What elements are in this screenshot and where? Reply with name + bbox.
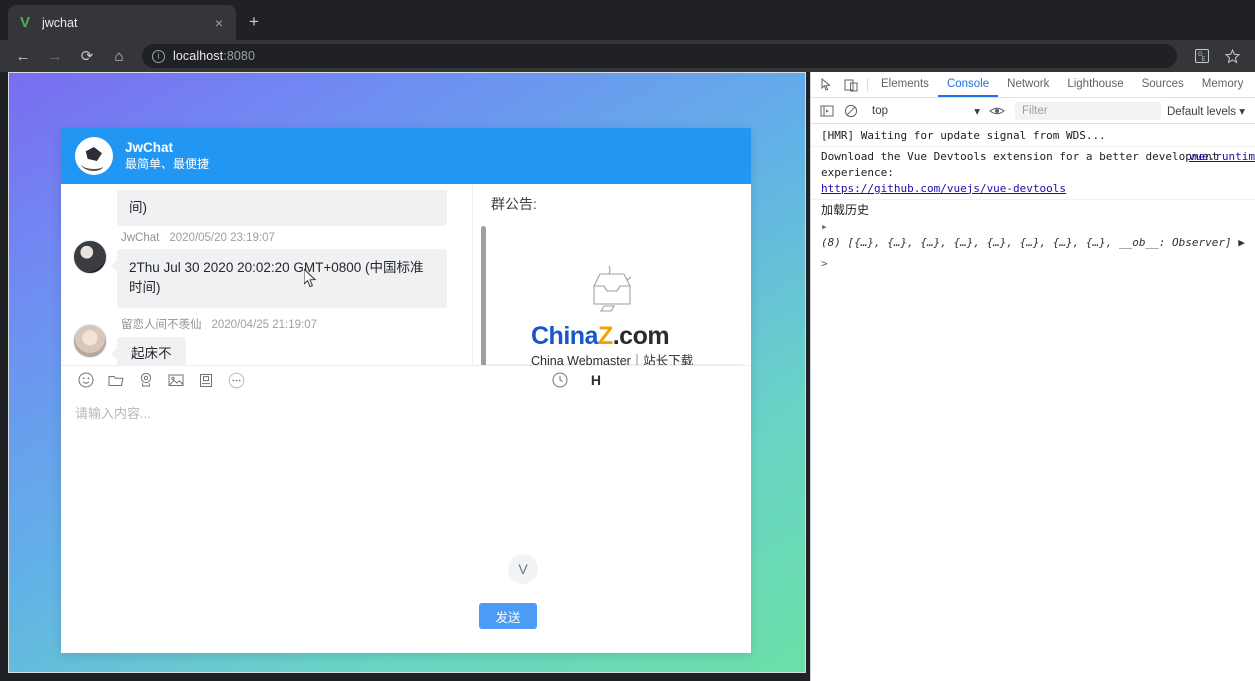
composer-toolbar-right: H bbox=[547, 369, 601, 391]
page-subtitle: 最简单、最便捷 bbox=[125, 156, 210, 171]
new-tab-button[interactable]: + bbox=[243, 12, 265, 34]
empty-inbox-icon bbox=[582, 264, 642, 314]
chevron-down-icon: ▾ bbox=[974, 105, 980, 118]
send-button[interactable]: 发送 bbox=[479, 603, 537, 629]
file-card-icon[interactable] bbox=[193, 369, 219, 391]
console-context-select[interactable]: top ▾ bbox=[867, 102, 985, 120]
more-dots-icon[interactable] bbox=[223, 369, 249, 391]
chat-window: JwChat 最简单、最便捷 间) JwChat 2020/05/20 23:19… bbox=[61, 128, 751, 653]
console-row: Download the Vue Devtools extension for … bbox=[811, 147, 1255, 200]
clock-icon[interactable] bbox=[547, 369, 573, 391]
eye-icon[interactable] bbox=[985, 100, 1009, 122]
send-area: 发送 bbox=[61, 591, 751, 653]
browser-window: V jwchat × + ← → ⟳ ⌂ i localhost:8080 GE bbox=[0, 0, 1255, 681]
browser-tab-jwchat[interactable]: V jwchat × bbox=[8, 5, 236, 40]
console-object: (8) [{…}, {…}, {…}, {…}, {…}, {…}, {…}, … bbox=[821, 236, 1247, 250]
vue-logo-icon: V bbox=[19, 14, 30, 31]
group-announcement-title: 群公告: bbox=[491, 196, 537, 212]
message-list[interactable]: 间) JwChat 2020/05/20 23:19:07 2Thu Jul 30… bbox=[61, 184, 472, 365]
tab-title: jwchat bbox=[42, 15, 78, 30]
message-sender: JwChat bbox=[121, 232, 160, 244]
url-text: localhost:8080 bbox=[173, 49, 256, 63]
devtools-tabbar: Elements Console Network Lighthouse Sour… bbox=[811, 72, 1255, 98]
reload-icon[interactable]: ⟳ bbox=[74, 43, 100, 69]
console-row: [HMR] Waiting for update signal from WDS… bbox=[811, 126, 1255, 147]
address-bar[interactable]: i localhost:8080 bbox=[142, 44, 1177, 68]
home-icon[interactable]: ⌂ bbox=[106, 43, 132, 69]
message-meta: 留恋人间不羡仙 2020/04/25 21:19:07 bbox=[117, 312, 460, 337]
back-icon[interactable]: ← bbox=[10, 43, 36, 69]
forward-icon[interactable]: → bbox=[42, 43, 68, 69]
divider bbox=[867, 77, 868, 92]
expand-arrow-icon[interactable]: ▸ bbox=[821, 220, 828, 233]
message-list-column: 间) JwChat 2020/05/20 23:19:07 2Thu Jul 30… bbox=[61, 184, 473, 365]
mouse-cursor bbox=[303, 267, 317, 288]
message-item: JwChat 2020/05/20 23:19:07 2Thu Jul 30 20… bbox=[61, 228, 472, 308]
tab-sources[interactable]: Sources bbox=[1133, 72, 1193, 97]
translate-icon[interactable]: GE bbox=[1189, 43, 1215, 69]
message-partial-top: 间) bbox=[117, 190, 447, 226]
message-bubble: 2Thu Jul 30 2020 20:02:20 GMT+0800 (中国标准… bbox=[111, 249, 447, 308]
smile-icon[interactable] bbox=[73, 369, 99, 391]
chat-header: JwChat 最简单、最便捷 bbox=[61, 128, 751, 184]
avatar[interactable] bbox=[73, 240, 107, 274]
message-bubble: 起床不 bbox=[111, 336, 186, 365]
empty-state bbox=[473, 214, 751, 364]
voice-v-button[interactable]: V bbox=[508, 554, 538, 584]
message-item: 留恋人间不羡仙 2020/04/25 21:19:07 起床不 bbox=[61, 312, 472, 365]
bookmark-star-icon[interactable] bbox=[1219, 43, 1245, 69]
svg-text:E: E bbox=[1202, 57, 1206, 63]
app-logo-avatar bbox=[75, 137, 113, 175]
console-source-link[interactable]: vue.runtim bbox=[1189, 149, 1255, 165]
page-viewport: JwChat 最简单、最便捷 间) JwChat 2020/05/20 23:19… bbox=[8, 72, 806, 673]
execute-sidebar-icon[interactable] bbox=[815, 100, 839, 122]
site-info-icon[interactable]: i bbox=[152, 49, 165, 63]
inspect-icon[interactable] bbox=[815, 74, 839, 96]
image-icon[interactable] bbox=[163, 369, 189, 391]
avatar[interactable] bbox=[73, 323, 107, 358]
toolbar-right: GE bbox=[1185, 43, 1245, 69]
console-object-row[interactable]: ▸ (8) [{…}, {…}, {…}, {…}, {…}, {…}, {…},… bbox=[821, 219, 1247, 251]
devtools-panel: Elements Console Network Lighthouse Sour… bbox=[810, 72, 1255, 681]
console-output[interactable]: [HMR] Waiting for update signal from WDS… bbox=[811, 124, 1255, 681]
tab-elements[interactable]: Elements bbox=[872, 72, 938, 97]
tab-strip: V jwchat × + bbox=[0, 0, 1255, 40]
tab-lighthouse[interactable]: Lighthouse bbox=[1058, 72, 1132, 97]
device-toolbar-icon[interactable] bbox=[839, 74, 863, 96]
tab-console[interactable]: Console bbox=[937, 72, 999, 97]
page-title: JwChat bbox=[125, 140, 174, 156]
message-sender: 留恋人间不羡仙 bbox=[121, 318, 202, 331]
console-message: 加载历史 bbox=[821, 202, 870, 217]
message-time: 2020/05/20 23:19:07 bbox=[169, 232, 275, 244]
camera-icon[interactable] bbox=[133, 369, 159, 391]
vue-devtools-link[interactable]: https://github.com/vuejs/vue-devtools bbox=[821, 182, 1066, 195]
browser-toolbar: ← → ⟳ ⌂ i localhost:8080 GE bbox=[0, 40, 1255, 72]
console-prompt[interactable]: > bbox=[811, 253, 1255, 272]
chat-body: 间) JwChat 2020/05/20 23:19:07 2Thu Jul 30… bbox=[61, 184, 751, 365]
tab-network[interactable]: Network bbox=[998, 72, 1058, 97]
console-message: Download the Vue Devtools extension for … bbox=[821, 149, 1219, 179]
context-value: top bbox=[872, 104, 888, 117]
console-filter-input[interactable]: Filter bbox=[1015, 101, 1161, 120]
tab-memory[interactable]: Memory bbox=[1193, 72, 1253, 97]
console-message: [HMR] Waiting for update signal from WDS… bbox=[821, 129, 1106, 142]
history-h-button[interactable]: H bbox=[591, 372, 601, 388]
message-input[interactable]: 请输入内容... bbox=[61, 395, 751, 592]
composer-toolbar: H bbox=[61, 364, 751, 395]
chat-header-text: JwChat 最简单、最便捷 bbox=[125, 140, 209, 172]
console-row: 加载历史 ▸ (8) [{…}, {…}, {…}, {…}, {…}, {…},… bbox=[811, 200, 1255, 253]
log-levels-select[interactable]: Default levels ▾ bbox=[1167, 104, 1251, 118]
message-main: JwChat 2020/05/20 23:19:07 2Thu Jul 30 20… bbox=[111, 228, 460, 308]
message-time: 2020/04/25 21:19:07 bbox=[211, 318, 318, 331]
message-main: 留恋人间不羡仙 2020/04/25 21:19:07 起床不 bbox=[111, 312, 460, 365]
group-panel: 群公告: ChinaZ.com China Webmaster｜站长下载 bbox=[473, 184, 751, 365]
clear-console-icon[interactable] bbox=[839, 100, 863, 122]
console-toolbar: top ▾ Filter Default levels ▾ bbox=[811, 98, 1255, 124]
close-icon[interactable]: × bbox=[210, 14, 228, 32]
message-meta: JwChat 2020/05/20 23:19:07 bbox=[117, 228, 460, 249]
folder-icon[interactable] bbox=[103, 369, 129, 391]
